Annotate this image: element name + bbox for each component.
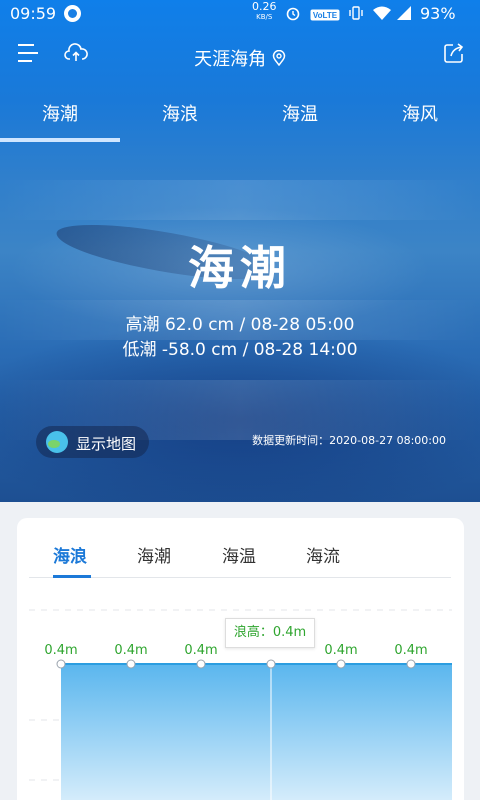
data-point[interactable] (336, 659, 346, 669)
location-title[interactable]: 天涯海角 (0, 45, 480, 71)
card-tab-temperature[interactable]: 海温 (222, 542, 256, 567)
data-label: 0.4m (184, 643, 217, 658)
tab-waves[interactable]: 海浪 (120, 100, 240, 126)
app-bar: 天涯海角 (0, 30, 480, 82)
chart-tooltip: 浪高：0.4m (225, 618, 315, 648)
data-point[interactable] (266, 659, 276, 669)
data-label: 0.4m (44, 643, 77, 658)
data-point[interactable] (56, 659, 66, 669)
data-point[interactable] (126, 659, 136, 669)
network-speed: 0.26 KB/S (252, 1, 277, 22)
share-icon[interactable] (443, 42, 465, 64)
map-globe-icon (46, 431, 68, 453)
data-label: 0.4m (114, 643, 147, 658)
hero-title: 海潮 (188, 241, 292, 295)
show-map-label: 显示地图 (76, 435, 137, 453)
card-tab-divider (29, 577, 451, 578)
wave-area (61, 664, 452, 800)
wave-height-chart[interactable]: 0.4m 0.4m 0.4m 0.4m 0.4m (17, 580, 464, 800)
signal-icon (397, 6, 411, 20)
volte-icon: VoLTE (310, 9, 340, 21)
wave-streak (0, 180, 480, 220)
tab-wind[interactable]: 海风 (360, 100, 480, 126)
card-tab-current[interactable]: 海流 (306, 542, 340, 567)
svg-text:VoLTE: VoLTE (313, 11, 338, 20)
card-tab-tide[interactable]: 海潮 (137, 542, 171, 567)
tab-temperature[interactable]: 海温 (240, 100, 360, 126)
update-time: 数据更新时间：2020-08-27 08:00:00 (252, 434, 446, 447)
vibrate-icon (349, 6, 363, 20)
show-map-button[interactable]: 显示地图 (36, 426, 149, 458)
location-pin-icon (272, 49, 286, 67)
app-notification-icon (64, 5, 81, 22)
location-name: 天涯海角 (194, 49, 267, 70)
low-tide-info: 低潮 -58.0 cm / 08-28 14:00 (122, 340, 358, 360)
status-bar: 09:59 0.26 KB/S VoLTE 93% (0, 0, 480, 28)
status-time: 09:59 (10, 4, 57, 23)
wifi-icon (373, 6, 391, 20)
battery-level: 93% (420, 4, 456, 23)
speed-unit: KB/S (256, 13, 273, 21)
data-label: 0.4m (394, 643, 427, 658)
tab-tide[interactable]: 海潮 (0, 100, 120, 126)
card-tab-indicator (53, 575, 91, 578)
alarm-icon (286, 7, 300, 21)
active-tab-indicator (0, 138, 120, 142)
high-tide-info: 高潮 62.0 cm / 08-28 05:00 (125, 315, 355, 335)
forecast-card: 海浪 海潮 海温 海流 0.4m 0.4m 0.4m 0.4m 0.4m 浪高：0.4m (17, 518, 464, 800)
data-point[interactable] (196, 659, 206, 669)
data-label: 0.4m (324, 643, 357, 658)
card-tab-waves[interactable]: 海浪 (53, 542, 87, 567)
main-tabs: 海潮 海浪 海温 海风 (0, 90, 480, 144)
data-point[interactable] (406, 659, 416, 669)
